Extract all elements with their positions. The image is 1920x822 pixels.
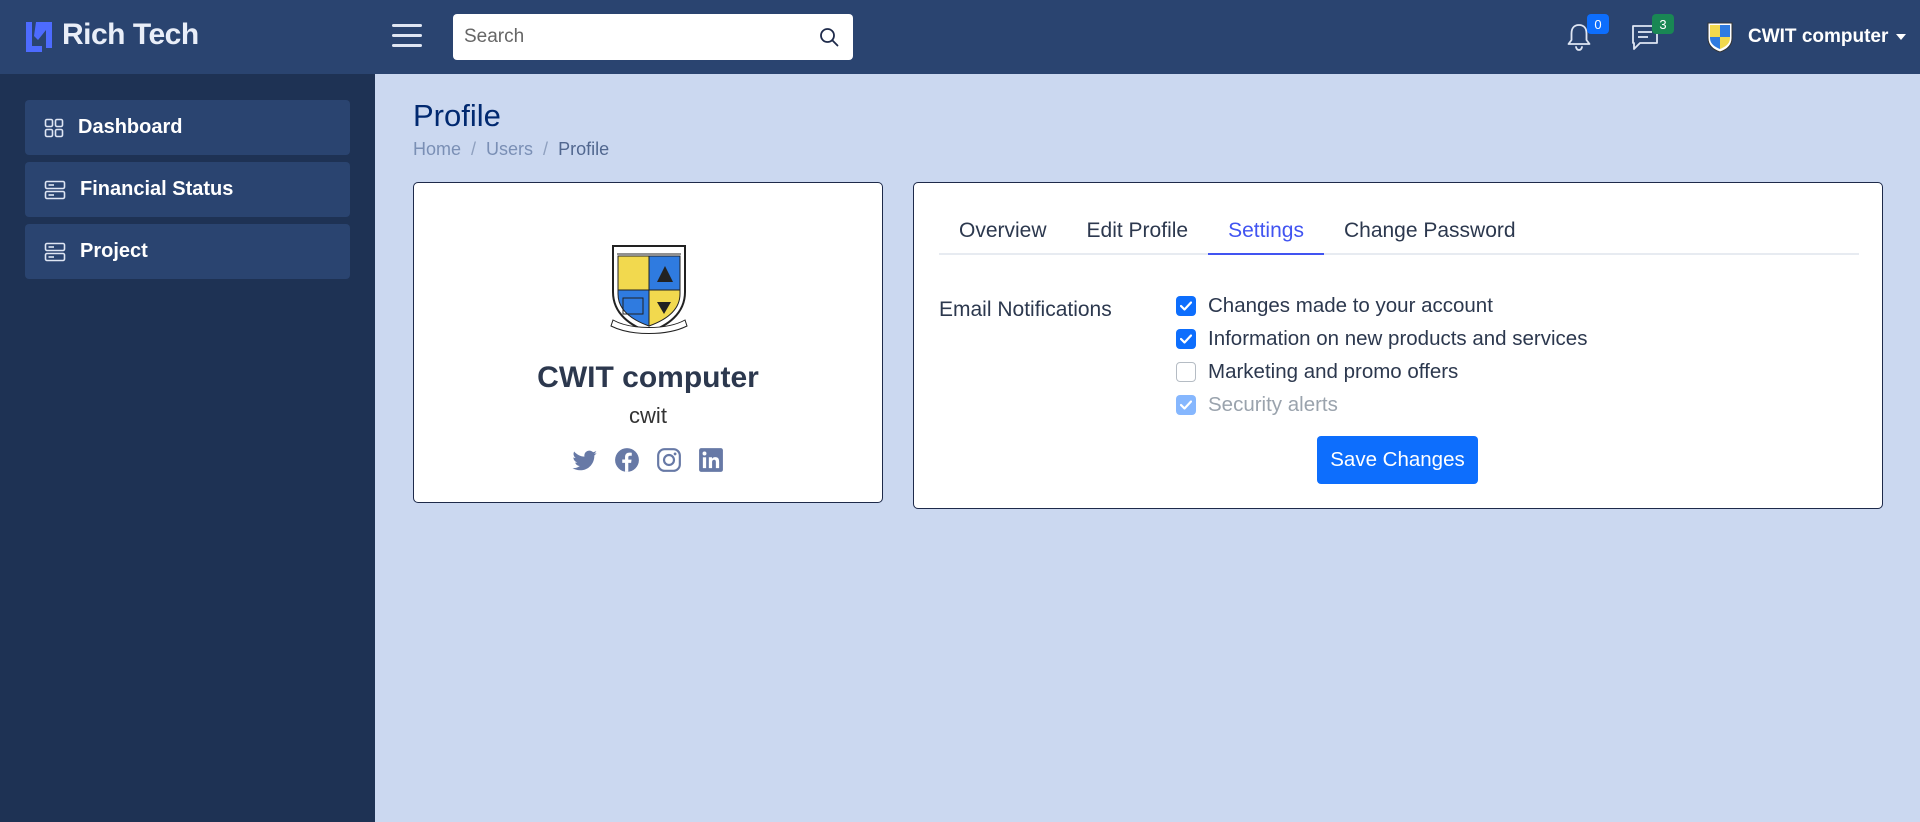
tab-change-password[interactable]: Change Password <box>1324 207 1536 255</box>
tab-edit-profile[interactable]: Edit Profile <box>1067 207 1209 255</box>
sidebar-toggle-button[interactable] <box>392 24 422 50</box>
save-changes-button[interactable]: Save Changes <box>1317 436 1478 484</box>
settings-card: Overview Edit Profile Settings Change Pa… <box>913 182 1883 509</box>
checkmark-icon <box>1180 333 1192 344</box>
user-menu-toggle[interactable]: CWIT computer <box>1706 20 1907 54</box>
notification-option: Information on new products and services <box>1176 322 1587 355</box>
sidebar: Dashboard Financial Status Project <box>0 74 375 822</box>
breadcrumb-users[interactable]: Users <box>486 139 533 160</box>
sidebar-item-financial-status[interactable]: Financial Status <box>25 162 350 217</box>
messages-button[interactable]: 3 <box>1630 14 1674 52</box>
checkbox-label: Changes made to your account <box>1208 293 1493 317</box>
avatar <box>1707 22 1733 53</box>
sidebar-item-label: Financial Status <box>80 178 234 200</box>
linkedin-icon[interactable] <box>698 447 724 473</box>
server-icon <box>44 242 66 261</box>
instagram-icon[interactable] <box>656 447 682 473</box>
notification-options: Changes made to your account Information… <box>1176 289 1587 421</box>
profile-tabs: Overview Edit Profile Settings Change Pa… <box>939 207 1859 255</box>
hamburger-line <box>392 24 422 27</box>
hamburger-line <box>392 44 422 47</box>
twitter-icon[interactable] <box>572 447 598 473</box>
profile-full-name: CWIT computer <box>537 361 759 394</box>
sidebar-item-label: Dashboard <box>78 116 183 138</box>
top-header: Rich Tech 0 3 <box>0 0 1920 74</box>
sidebar-item-project[interactable]: Project <box>25 224 350 279</box>
notifications-button[interactable]: 0 <box>1565 14 1609 52</box>
server-icon <box>44 180 66 199</box>
checkbox-promo-offers[interactable] <box>1176 361 1196 382</box>
checkbox-label: Information on new products and services <box>1208 326 1588 350</box>
breadcrumb-separator: / <box>543 139 549 159</box>
facebook-icon[interactable] <box>614 447 640 473</box>
tab-overview[interactable]: Overview <box>939 207 1067 255</box>
checkmark-icon <box>1180 399 1192 410</box>
grid-icon <box>44 118 64 137</box>
logo-mark-icon <box>26 22 52 52</box>
brand-name: Rich Tech <box>62 18 199 51</box>
checkbox-new-products[interactable] <box>1176 328 1196 349</box>
email-notifications-label: Email Notifications <box>939 298 1112 321</box>
social-links <box>414 447 882 473</box>
chevron-down-icon <box>1896 34 1907 40</box>
checkmark-icon <box>1180 300 1192 311</box>
breadcrumb-separator: / <box>471 139 477 159</box>
profile-username: cwit <box>629 403 667 428</box>
notification-option: Security alerts <box>1176 388 1587 421</box>
notification-option: Changes made to your account <box>1176 289 1587 322</box>
search-icon <box>820 28 839 47</box>
tab-settings[interactable]: Settings <box>1208 207 1324 255</box>
search-button[interactable] <box>805 14 853 60</box>
page-title: Profile <box>413 98 501 133</box>
breadcrumb-home[interactable]: Home <box>413 139 461 160</box>
brand-logo[interactable]: Rich Tech <box>24 18 199 52</box>
notifications-count-badge: 0 <box>1587 14 1609 34</box>
checkbox-label: Security alerts <box>1208 392 1338 416</box>
profile-crest-image <box>610 245 688 334</box>
search-input[interactable] <box>453 14 805 60</box>
sidebar-item-dashboard[interactable]: Dashboard <box>25 100 350 155</box>
checkbox-security-alerts <box>1176 394 1196 415</box>
checkbox-account-changes[interactable] <box>1176 295 1196 316</box>
user-menu-name: CWIT computer <box>1748 26 1889 47</box>
sidebar-item-label: Project <box>80 240 148 262</box>
search-bar <box>453 14 853 60</box>
breadcrumb-current: Profile <box>558 139 610 159</box>
breadcrumb: Home / Users / Profile <box>413 139 609 160</box>
hamburger-line <box>392 34 422 37</box>
messages-count-badge: 3 <box>1652 14 1674 34</box>
profile-card: CWIT computer cwit <box>413 182 883 503</box>
checkbox-label: Marketing and promo offers <box>1208 359 1459 383</box>
notification-option: Marketing and promo offers <box>1176 355 1587 388</box>
